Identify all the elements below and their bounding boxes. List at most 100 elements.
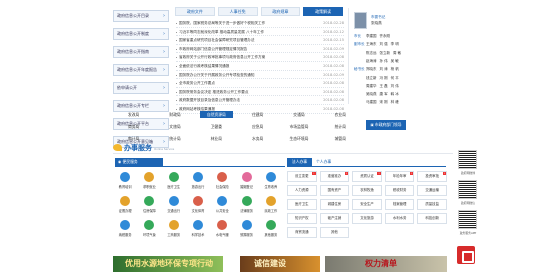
service-item[interactable]: 公共安全 — [210, 196, 234, 217]
news-item[interactable]: 国家省重点研究项目社会保障研究项目管理办法 2018-02-15 — [176, 36, 344, 45]
department-link[interactable]: 文旅局 — [154, 123, 195, 130]
leader-link[interactable]: 冯 刚 — [380, 76, 388, 80]
theme-item[interactable]: 城建住房 — [319, 199, 350, 210]
leader-link[interactable]: 孙 伟 — [380, 59, 388, 63]
leader-link[interactable]: 刘 伟 — [391, 84, 399, 88]
theme-item[interactable]: 破产注销 — [319, 213, 350, 224]
news-item[interactable]: 国务院常务会议决定 推进政务公开工作要点 2018-02-08 — [176, 88, 344, 97]
tab-personal[interactable]: 个人办事 — [316, 158, 344, 166]
department-link[interactable]: 财政局 — [154, 111, 195, 118]
service-item[interactable]: 法律服务 — [234, 196, 258, 217]
theme-item[interactable]: 科技创新 — [417, 213, 447, 224]
leader-link[interactable]: 吴晓燕 — [366, 92, 377, 96]
leader-link[interactable]: 何 平 — [391, 76, 399, 80]
service-item[interactable]: 环境气象 — [137, 220, 161, 241]
leader-portrait[interactable] — [354, 12, 367, 29]
theme-item[interactable]: 文化旅游 — [352, 213, 382, 224]
app-download-icon[interactable] — [457, 246, 475, 264]
theme-item[interactable]: 农林牧渔 — [352, 185, 382, 196]
news-item[interactable]: 政府数据开放目录及信息公开管理办法 2018-02-08 — [176, 96, 344, 105]
leader-link[interactable]: 王 磊 — [380, 84, 388, 88]
leader-link[interactable]: 李 明 — [391, 42, 399, 46]
service-item[interactable]: 科学技术 — [186, 220, 210, 241]
service-item[interactable]: 水电气暖 — [210, 220, 234, 241]
leader-link[interactable]: 周建华 — [366, 84, 377, 88]
leader-link[interactable]: 韩 冰 — [391, 92, 399, 96]
department-link[interactable]: 交通局 — [278, 111, 319, 118]
service-item[interactable]: 社会保险 — [210, 172, 234, 193]
theme-item[interactable]: 准营准办 • — [319, 171, 350, 182]
news-item[interactable]: 习近平等同志就深化改革 推动高质量发展 八十年工作 2018-02-12 — [176, 28, 344, 37]
service-item[interactable]: 医疗卫生 — [162, 172, 186, 193]
news-item[interactable]: 全市政务公开工作要点 2018-02-08 — [176, 79, 344, 88]
leader-link[interactable]: 王海东 — [366, 42, 377, 46]
theme-item[interactable]: 其他 — [319, 227, 350, 238]
leader-link[interactable]: 赵海涛 — [366, 59, 377, 63]
leader-link[interactable]: 齐永刚 — [380, 34, 391, 38]
theme-item[interactable]: 年检年审 • — [384, 171, 415, 182]
leader-name[interactable]: 张晓燕 — [371, 21, 382, 26]
department-link[interactable]: 自然资源局 — [199, 111, 233, 118]
app-qr-icon[interactable] — [458, 210, 477, 229]
service-item[interactable]: 纳税服务 — [113, 220, 137, 241]
theme-item[interactable]: 税收财务 — [384, 185, 415, 196]
leader-link[interactable]: 林 峰 — [391, 100, 399, 104]
department-link[interactable]: 城管局 — [320, 135, 361, 142]
left-nav-item[interactable]: 政府信息公开制度 › — [113, 28, 169, 40]
department-link[interactable]: 审计局 — [113, 135, 154, 142]
leader-link[interactable]: 李建国 — [366, 34, 377, 38]
banner-credit[interactable]: 诚信建设 — [240, 256, 320, 272]
left-nav-item[interactable]: 政府信息公开目录 › — [113, 10, 169, 22]
service-item[interactable]: 交通出行 — [162, 196, 186, 217]
theme-item[interactable]: 质量技监 — [417, 199, 447, 210]
theme-item[interactable]: 知识产权 — [287, 213, 317, 224]
theme-item[interactable]: 人力资源 — [287, 185, 317, 196]
news-item[interactable]: 市政府网站部门信息公开管理规定情况报告 2018-02-09 — [176, 45, 344, 54]
leader-link[interactable]: 刘 强 — [380, 42, 388, 46]
service-item[interactable]: 求职就业 — [137, 172, 161, 193]
banner-power-list[interactable]: 权力清单 — [325, 256, 447, 272]
theme-item[interactable]: 设立变更 • — [287, 171, 317, 182]
news-item[interactable]: 国务院、国家税务总局等关于进一步做好个税相关工作 2018-02-28 — [176, 19, 344, 28]
department-link[interactable]: 卫健委 — [196, 123, 237, 130]
news-item[interactable]: 国务院办公厅关于开展政务公开专项检查的通知 2018-02-09 — [176, 71, 344, 80]
left-nav-item[interactable]: 依申请公开 › — [113, 82, 169, 94]
leader-link[interactable]: 刘 涛 — [380, 67, 388, 71]
service-item[interactable]: 住房保障 — [137, 196, 161, 217]
service-item[interactable]: 婚姻登记 — [234, 172, 258, 193]
leader-link[interactable]: 钱立新 — [366, 76, 377, 80]
department-link[interactable]: 水务局 — [237, 135, 278, 142]
theme-item[interactable]: 投资审批 • — [417, 171, 447, 182]
leader-link[interactable]: 郑晓东 — [366, 67, 377, 71]
department-link[interactable]: 生态环境局 — [278, 135, 319, 142]
service-item[interactable]: 民政工作 — [259, 196, 283, 217]
service-item[interactable]: 证照办理 — [113, 196, 137, 217]
department-link[interactable]: 统计局 — [320, 123, 361, 130]
service-item[interactable]: 文化体育 — [186, 196, 210, 217]
service-item[interactable]: 生育收养 — [259, 172, 283, 193]
tab-regulations[interactable]: 政府规章 — [260, 7, 301, 16]
department-link[interactable]: 发改局 — [113, 111, 154, 118]
leader-link[interactable]: 宋 刚 — [380, 100, 388, 104]
department-link[interactable]: 住建局 — [237, 111, 278, 118]
department-link[interactable]: 商务局 — [113, 123, 154, 130]
department-link[interactable]: 应急局 — [237, 123, 278, 130]
theme-item[interactable]: 交通运输 — [417, 185, 447, 196]
department-link[interactable]: 市场监管局 — [278, 123, 319, 130]
service-item[interactable]: 工商服务 — [162, 220, 186, 241]
leader-link[interactable]: 马建国 — [366, 100, 377, 104]
theme-item[interactable]: 安全生产 — [352, 199, 382, 210]
theme-item[interactable]: 医疗卫生 — [287, 199, 317, 210]
tab-government-docs[interactable]: 政府文件 — [175, 7, 215, 16]
leader-link[interactable]: 周 敏 — [393, 51, 401, 55]
theme-item[interactable]: 档案管理 — [384, 199, 415, 210]
department-link[interactable]: 统计局 — [154, 135, 195, 142]
wechat-qr-icon[interactable] — [458, 180, 477, 199]
weibo-qr-icon[interactable] — [458, 150, 477, 169]
theme-item[interactable]: 国有资产 — [319, 185, 350, 196]
leader-link[interactable]: 吴 敏 — [391, 59, 399, 63]
service-item[interactable]: 殡葬服务 — [234, 220, 258, 241]
news-item[interactable]: 省政府关于公开行政审批事项与政府信息公开工作方案 2018-02-08 — [176, 53, 344, 62]
banner-water-source[interactable]: 优用水源地环保专项行动 — [113, 256, 223, 272]
service-item[interactable]: 旅游出行 — [186, 172, 210, 193]
